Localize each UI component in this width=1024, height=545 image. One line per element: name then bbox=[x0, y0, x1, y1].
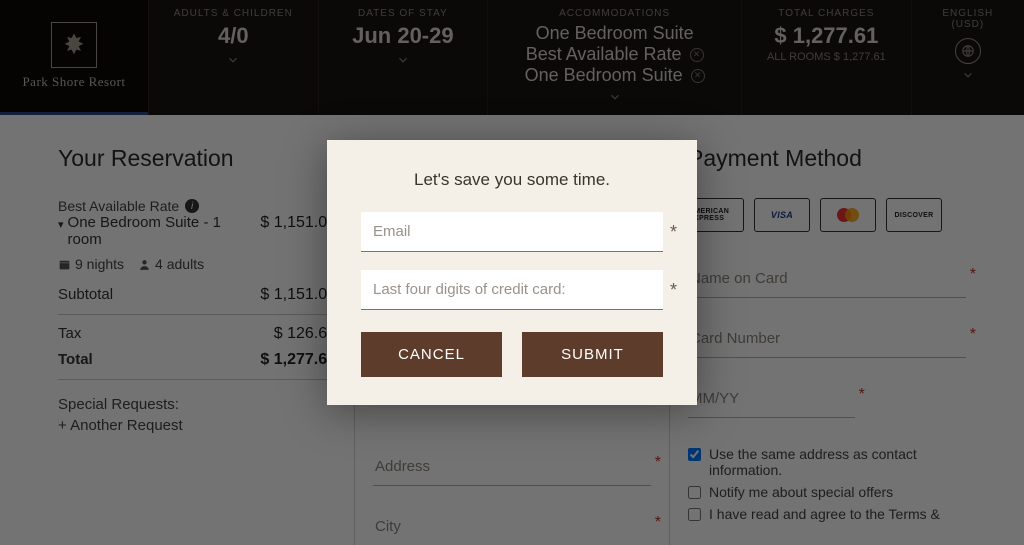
submit-button[interactable]: SUBMIT bbox=[522, 332, 663, 377]
save-time-modal: Let's save you some time. * * CANCEL SUB… bbox=[327, 140, 697, 405]
required-icon: * bbox=[670, 222, 677, 243]
modal-cc4-input[interactable] bbox=[361, 270, 663, 310]
required-icon: * bbox=[670, 280, 677, 301]
modal-email-input[interactable] bbox=[361, 212, 663, 252]
cancel-button[interactable]: CANCEL bbox=[361, 332, 502, 377]
modal-title: Let's save you some time. bbox=[361, 170, 663, 190]
modal-overlay[interactable]: Let's save you some time. * * CANCEL SUB… bbox=[0, 0, 1024, 545]
